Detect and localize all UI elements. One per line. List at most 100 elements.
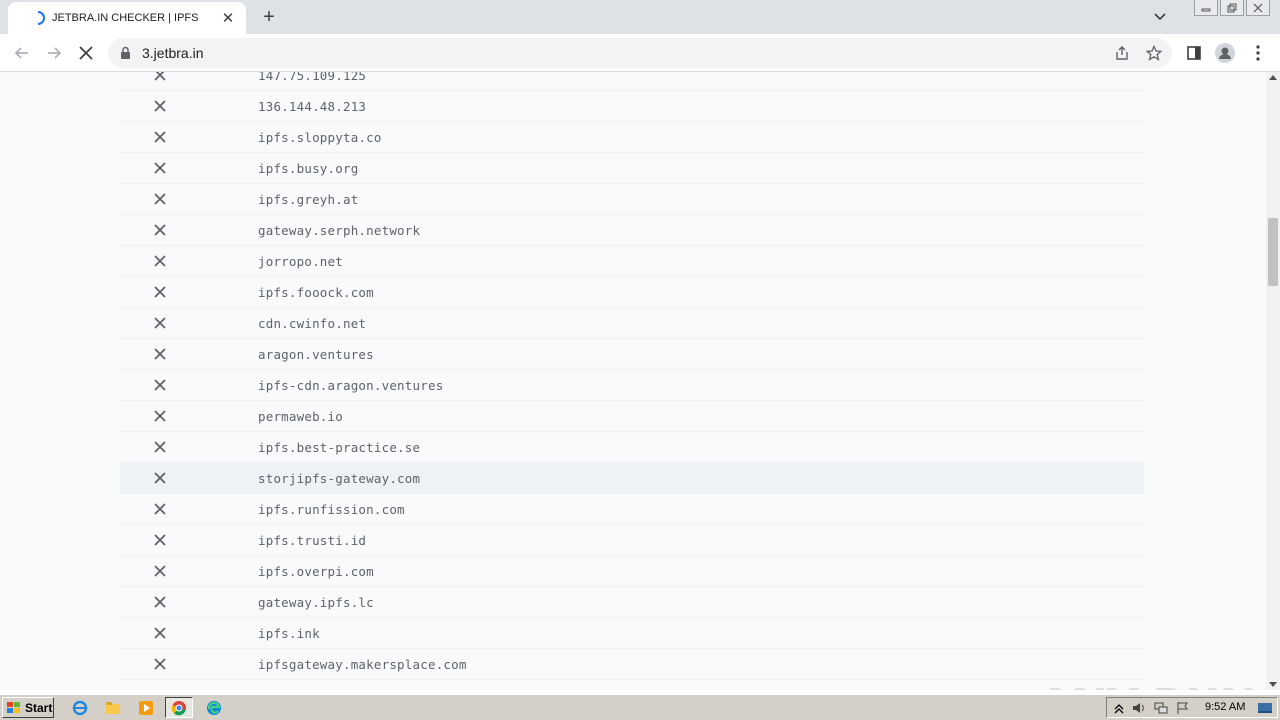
gateway-host: ipfs.best-practice.se	[258, 440, 421, 455]
fail-x-icon	[154, 441, 166, 453]
gateway-host: ipfs.trusti.id	[258, 533, 367, 548]
forward-arrow-icon[interactable]	[42, 41, 66, 65]
gateway-host: ipfs.fooock.com	[258, 285, 374, 300]
list-item: 136.144.48.213	[120, 91, 1144, 122]
share-icon[interactable]	[1114, 45, 1130, 61]
gateway-host: gateway.ipfs.lc	[258, 595, 374, 610]
tab-title: JETBRA.IN CHECKER | IPFS	[52, 12, 199, 24]
page-content: 147.75.109.125 136.144.48.213 ipfs.sloppyt…	[0, 72, 1266, 690]
fail-x-icon	[154, 317, 166, 329]
fail-x-icon	[154, 286, 166, 298]
list-item: ipfs.sloppyta.co	[120, 122, 1144, 153]
gateway-host: gateway.serph.network	[258, 223, 421, 238]
list-item: cdn.cwinfo.net	[120, 308, 1144, 339]
list-item: ipfs.best-practice.se	[120, 432, 1144, 463]
minimize-icon[interactable]	[1194, 0, 1218, 16]
scroll-up-arrow-icon[interactable]	[1269, 74, 1277, 80]
tab-search-chevron-icon[interactable]	[1150, 7, 1170, 27]
gateway-host: cdn.cwinfo.net	[258, 316, 367, 331]
tray-expand-icon[interactable]	[1111, 701, 1127, 715]
chrome-taskbar-icon[interactable]	[165, 697, 193, 718]
gateway-host: ipfs.runfission.com	[258, 502, 405, 517]
window-controls	[1192, 0, 1270, 16]
edge-taskbar-icon[interactable]	[200, 697, 228, 718]
side-panel-icon[interactable]	[1184, 43, 1204, 63]
network-icon[interactable]	[1153, 701, 1169, 715]
loading-spinner-icon	[37, 11, 45, 25]
gateway-host: jorropo.net	[258, 254, 343, 269]
gateway-host: ipfs.ink	[258, 626, 320, 641]
back-arrow-icon[interactable]	[10, 41, 34, 65]
fail-x-icon	[154, 162, 166, 174]
fail-x-icon	[154, 565, 166, 577]
ie-taskbar-icon[interactable]	[66, 697, 94, 718]
fail-x-icon	[154, 131, 166, 143]
gateway-host: permaweb.io	[258, 409, 343, 424]
gateway-host: ipfs.greyh.at	[258, 192, 359, 207]
fail-x-icon	[154, 472, 166, 484]
windows-taskbar: Start 9:52 AM	[0, 694, 1280, 720]
fail-x-icon	[154, 534, 166, 546]
clock: 9:52 AM	[1205, 701, 1246, 713]
close-window-icon[interactable]	[1246, 0, 1270, 16]
vertical-scrollbar[interactable]	[1266, 72, 1280, 690]
fail-x-icon	[154, 379, 166, 391]
gateway-host: 136.144.48.213	[258, 99, 367, 114]
tab-strip: JETBRA.IN CHECKER | IPFS ✕ +	[0, 0, 1280, 34]
list-item: ipfsgateway.makersplace.com	[120, 649, 1144, 680]
restore-icon[interactable]	[1220, 0, 1244, 16]
start-label: Start	[25, 700, 53, 715]
list-item: gateway.ipfs.lc	[120, 587, 1144, 618]
gateway-host: ipfsgateway.makersplace.com	[258, 657, 467, 672]
list-item: jorropo.net	[120, 246, 1144, 277]
fail-x-icon	[154, 596, 166, 608]
gateway-host: ipfs.busy.org	[258, 161, 359, 176]
gateway-host: aragon.ventures	[258, 347, 374, 362]
volume-icon[interactable]	[1131, 701, 1147, 715]
system-tray: 9:52 AM	[1106, 697, 1278, 718]
bookmark-star-icon[interactable]	[1146, 45, 1162, 61]
list-item: ipfs.runfission.com	[120, 494, 1144, 525]
gateway-host: storjipfs-gateway.com	[258, 471, 421, 486]
list-item: ipfs.overpi.com	[120, 556, 1144, 587]
list-item: gateway.serph.network	[120, 215, 1144, 246]
explorer-taskbar-icon[interactable]	[99, 697, 127, 718]
fail-x-icon	[154, 503, 166, 515]
profile-avatar-icon[interactable]	[1215, 43, 1235, 63]
fail-x-icon	[154, 72, 166, 81]
browser-toolbar: 3.jetbra.in	[0, 34, 1280, 72]
more-menu-icon[interactable]	[1248, 43, 1268, 63]
list-item: ipfs-cdn.aragon.ventures	[120, 370, 1144, 401]
fail-x-icon	[154, 627, 166, 639]
fail-x-icon	[154, 193, 166, 205]
action-center-flag-icon[interactable]	[1175, 701, 1191, 715]
gateway-host: 147.75.109.125	[258, 72, 367, 83]
lock-icon	[121, 46, 130, 59]
watermark-text: ANY RUN	[1038, 680, 1256, 690]
url-text: 3.jetbra.in	[142, 45, 204, 61]
new-tab-button[interactable]: +	[256, 6, 282, 28]
scroll-down-arrow-icon[interactable]	[1269, 682, 1277, 688]
scrollbar-thumb[interactable]	[1268, 218, 1278, 286]
fail-x-icon	[154, 255, 166, 267]
list-item: aragon.ventures	[120, 339, 1144, 370]
tab-active[interactable]: JETBRA.IN CHECKER | IPFS ✕	[8, 2, 246, 34]
gateway-host: ipfs-cdn.aragon.ventures	[258, 378, 444, 393]
address-bar[interactable]: 3.jetbra.in	[108, 38, 1172, 68]
list-item: ipfs.busy.org	[120, 153, 1144, 184]
media-player-taskbar-icon[interactable]	[132, 697, 160, 718]
windows-logo-icon	[7, 701, 20, 713]
list-item: permaweb.io	[120, 401, 1144, 432]
list-item: ipfs.fooock.com	[120, 277, 1144, 308]
start-button[interactable]: Start	[2, 697, 54, 718]
list-item: 147.75.109.125	[120, 72, 1144, 91]
fail-x-icon	[154, 100, 166, 112]
gateway-host: ipfs.sloppyta.co	[258, 130, 382, 145]
list-item: storjipfs-gateway.com	[120, 463, 1144, 494]
show-desktop-icon[interactable]	[1257, 701, 1273, 715]
tab-close-icon[interactable]: ✕	[220, 10, 236, 27]
anyrun-watermark: ANY RUN	[1038, 680, 1256, 690]
list-item: ipfs.ink	[120, 618, 1144, 649]
fail-x-icon	[154, 348, 166, 360]
stop-loading-icon[interactable]	[74, 41, 98, 65]
